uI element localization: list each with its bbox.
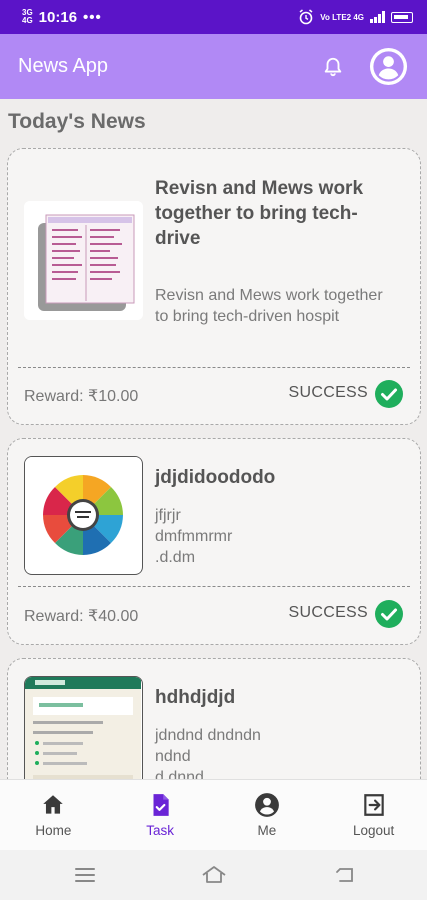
news-thumbnail xyxy=(24,201,143,320)
status-bar: 3G 4G 10:16 ••• Vo LTE2 4G xyxy=(0,0,427,34)
status-label: SUCCESS xyxy=(288,604,368,621)
news-title: Revisn and Mews work together to bring t… xyxy=(155,178,364,249)
app-title: News App xyxy=(18,55,109,77)
status-label: SUCCESS xyxy=(288,384,368,401)
nav-task-label: Task xyxy=(146,823,174,838)
news-list[interactable]: Revisn and Mews work together to bring t… xyxy=(0,99,427,779)
nav-task[interactable]: Task xyxy=(107,780,214,850)
bottom-navigation: Home Task Me Logout xyxy=(0,779,427,850)
news-title: jdjdidoododo xyxy=(155,467,276,488)
app-bar: News App xyxy=(0,34,427,99)
news-card[interactable]: hdhdjdjd jdndnd dndndn ndnd d dnnd xyxy=(7,658,421,779)
reward-amount: Reward: ₹10.00 xyxy=(24,388,139,405)
nav-logout[interactable]: Logout xyxy=(320,780,427,850)
news-card[interactable]: Revisn and Mews work together to bring t… xyxy=(7,148,421,425)
alarm-icon xyxy=(299,9,313,25)
home-button-icon[interactable] xyxy=(200,863,228,887)
reward-amount: Reward: ₹40.00 xyxy=(24,608,139,625)
network-label: Vo LTE2 4G xyxy=(320,12,364,22)
news-description: jdndnd dndndn ndnd d dnnd xyxy=(155,727,261,779)
menu-icon[interactable] xyxy=(72,863,98,887)
status-time: 10:16 xyxy=(38,8,78,26)
news-description: Revisn and Mews work together to bring t… xyxy=(155,287,383,325)
check-circle-icon xyxy=(375,600,403,628)
system-navigation-bar xyxy=(0,850,427,900)
network-type: 3G 4G xyxy=(22,8,33,25)
battery-icon xyxy=(391,11,413,23)
news-description: jfjrjr dmfmmrmr .d.dm xyxy=(155,507,233,566)
nav-me[interactable]: Me xyxy=(214,780,321,850)
nav-me-label: Me xyxy=(257,823,277,838)
section-title: Today's News xyxy=(8,110,146,133)
back-icon[interactable] xyxy=(332,863,358,887)
account-icon[interactable] xyxy=(368,46,409,87)
task-icon xyxy=(153,794,169,816)
news-thumbnail xyxy=(24,456,143,575)
card-divider xyxy=(18,367,410,368)
news-thumbnail xyxy=(24,676,143,779)
signal-icon xyxy=(370,11,385,23)
account-icon xyxy=(254,793,279,817)
home-icon xyxy=(43,795,64,814)
logout-icon xyxy=(363,794,384,816)
check-circle-icon xyxy=(375,380,403,408)
nav-home-label: Home xyxy=(35,823,72,838)
nav-home[interactable]: Home xyxy=(0,780,107,850)
bell-icon[interactable] xyxy=(322,55,344,79)
news-card[interactable]: jdjdidoododo jfjrjr dmfmmrmr .d.dm Rewar… xyxy=(7,438,421,645)
more-notifications-icon: ••• xyxy=(83,8,102,26)
news-title: hdhdjdjd xyxy=(155,687,236,708)
nav-logout-label: Logout xyxy=(352,823,395,838)
card-divider xyxy=(18,586,410,587)
